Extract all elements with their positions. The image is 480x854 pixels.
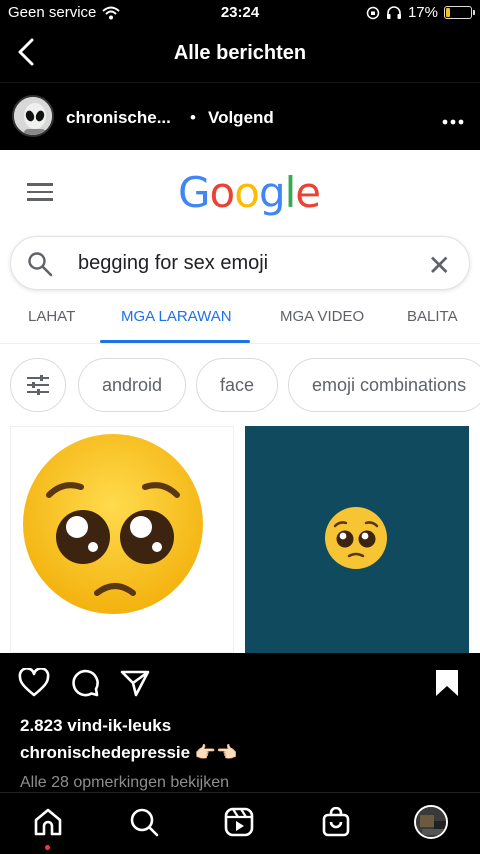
logo-letter: G <box>178 168 211 217</box>
active-indicator <box>45 845 50 850</box>
bookmark-icon[interactable] <box>434 668 460 698</box>
pleading-face-emoji-small <box>325 507 387 569</box>
like-count[interactable]: 2.823 vind-ik-leuks <box>20 716 171 736</box>
result-image-2 <box>245 426 469 653</box>
more-horizontal-icon[interactable] <box>442 105 464 131</box>
result-tabs: LAHAT MGA LARAWAN MGA VIDEO BALITA <box>0 300 480 344</box>
search-icon <box>28 252 53 277</box>
active-tab-indicator <box>100 340 250 343</box>
separator-dot: • <box>190 108 196 127</box>
caption-text: 👉🏻👈🏻 <box>194 743 238 762</box>
post-username[interactable]: chronische... <box>66 108 171 128</box>
tab-news: BALITA <box>407 308 458 325</box>
result-image-1 <box>10 426 234 653</box>
heart-icon[interactable] <box>18 668 50 698</box>
avatar[interactable] <box>12 95 54 137</box>
filter-icon <box>10 358 66 412</box>
home-icon[interactable] <box>33 807 63 837</box>
shop-icon[interactable] <box>321 807 351 837</box>
logo-letter: o <box>234 168 260 217</box>
battery-percent: 17% <box>407 4 438 21</box>
caption: chronischedepressie 👉🏻👈🏻 <box>20 743 237 763</box>
tab-all: LAHAT <box>28 308 76 325</box>
close-icon: ✕ <box>427 250 451 281</box>
chip-emoji-combinations: emoji combinations <box>288 358 480 412</box>
post-image[interactable]: Google begging for sex emoji ✕ LAHAT MGA… <box>0 150 480 653</box>
profile-photo-icon <box>416 807 446 837</box>
page-title: Alle berichten <box>173 42 307 64</box>
filter-chips: android face emoji combinations <box>0 358 480 412</box>
tab-images: MGA LARAWAN <box>121 308 232 325</box>
headphones-icon <box>386 5 401 19</box>
search-query: begging for sex emoji <box>78 252 269 274</box>
battery-icon <box>444 6 475 19</box>
status-right: 17% <box>366 4 475 21</box>
logo-letter: o <box>209 168 236 217</box>
top-nav: Alle berichten <box>0 26 480 81</box>
alien-avatar-icon <box>14 97 52 135</box>
chip-face: face <box>196 358 278 412</box>
battery-fill <box>446 8 451 17</box>
comment-icon[interactable] <box>70 668 100 698</box>
bottom-nav <box>0 792 480 854</box>
hamburger-menu-icon <box>27 183 53 201</box>
orientation-lock-icon <box>366 6 380 19</box>
search-box: begging for sex emoji ✕ <box>10 236 470 290</box>
google-logo: Google <box>178 168 321 217</box>
chip-android: android <box>78 358 186 412</box>
logo-letter: g <box>258 168 286 217</box>
status-bar: Geen service 23:24 17% <box>0 0 480 26</box>
following-button[interactable]: Volgend <box>208 108 274 128</box>
logo-letter: e <box>295 168 321 217</box>
reels-icon[interactable] <box>224 807 254 837</box>
view-comments-link[interactable]: Alle 28 opmerkingen bekijken <box>20 774 229 792</box>
profile-avatar[interactable] <box>414 805 448 839</box>
search-icon[interactable] <box>129 807 159 837</box>
share-icon[interactable] <box>120 668 150 698</box>
pleading-face-emoji <box>23 434 203 614</box>
caption-username[interactable]: chronischedepressie <box>20 743 190 762</box>
post-actions <box>0 660 480 710</box>
post-header: chronische... • Volgend <box>0 82 480 150</box>
logo-letter: l <box>284 168 297 217</box>
tab-videos: MGA VIDEO <box>280 308 365 325</box>
